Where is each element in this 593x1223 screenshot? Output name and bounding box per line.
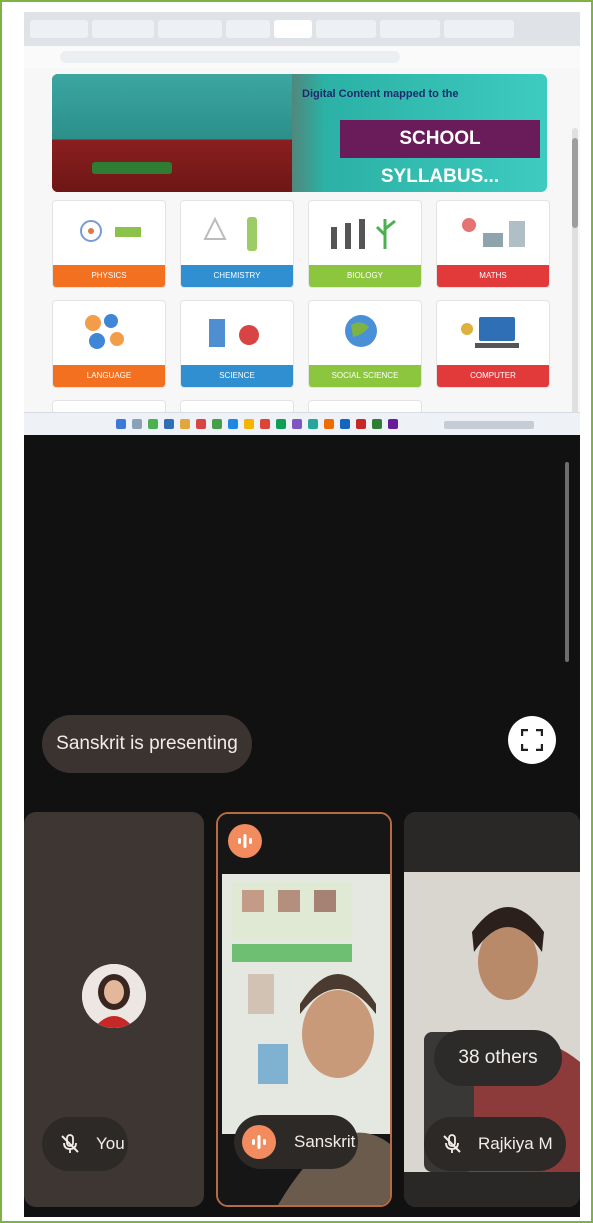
system-tray [444,421,534,429]
fullscreen-icon [521,729,543,751]
taskbar-app-icon [388,419,398,429]
others-count-badge[interactable]: 38 others [434,1030,562,1086]
taskbar-app-icon [180,419,190,429]
taskbar-app-icon [260,419,270,429]
side-scroll-indicator [565,462,569,662]
taskbar-app-icon [292,419,302,429]
biology-icon [331,219,396,249]
maths-icon [462,218,525,247]
url-field [60,51,400,63]
subject-card-language[interactable]: LANGUAGE [52,300,166,388]
taskbar-app-icon [244,419,254,429]
taskbar-app-icon [196,419,206,429]
syllabus-banner: Digital Content mapped to the SCHOOL SYL… [52,74,547,192]
screenshot-frame: Digital Content mapped to the SCHOOL SYL… [0,0,593,1223]
participant-name: Rajkiya M [478,1134,553,1153]
subject-label: LANGUAGE [53,365,165,387]
presenting-label: Sanskrit is presenting [42,715,252,773]
chemistry-icon [203,216,257,251]
subject-card-chemistry[interactable]: CHEMISTRY [180,200,294,288]
taskbar-app-icon [164,419,174,429]
taskbar-app-icon [132,419,142,429]
name-chip-rajkiya: Rajkiya M [424,1117,566,1171]
taskbar-app-icon [356,419,366,429]
browser-tab [444,20,514,38]
fullscreen-button[interactable] [508,716,556,764]
computer-icon [461,317,519,348]
user-photo-icon [82,964,146,1028]
taskbar-app-icon [308,419,318,429]
subject-card-biology[interactable]: BIOLOGY [308,200,422,288]
subject-label: MATHS [437,265,549,287]
windows-taskbar [24,412,580,435]
taskbar-app-icon [340,419,350,429]
subject-card-computer[interactable]: COMPUTER [436,300,550,388]
taskbar-app-icon [276,419,286,429]
taskbar-app-icon [212,419,222,429]
subject-label: PHYSICS [53,265,165,287]
browser-tab [316,20,376,38]
subject-label: BIOLOGY [309,265,421,287]
globe-icon [345,315,377,347]
name-chip-sanskrit: Sanskrit [234,1115,358,1169]
subject-label: SOCIAL SCIENCE [309,365,421,387]
subject-card-physics[interactable]: PHYSICS [52,200,166,288]
meeting-view: Digital Content mapped to the SCHOOL SYL… [24,12,580,1217]
lab-bench [92,162,172,174]
banner-subtitle: Digital Content mapped to the [302,88,459,100]
physics-icon [80,220,141,242]
taskbar-app-icon [372,419,382,429]
subject-label: SCIENCE [181,365,293,387]
taskbar-app-icon [324,419,334,429]
mic-off-icon [61,1134,79,1153]
participant-name: Sanskrit [294,1132,356,1151]
subject-card-science[interactable]: SCIENCE [180,300,294,388]
browser-tab-strip [24,12,580,47]
speaking-icon [242,1125,276,1159]
speaking-indicator [228,824,262,858]
avatar [82,964,146,1028]
participant-tile-sanskrit[interactable]: Sanskrit [216,812,392,1207]
webpage-viewport: Digital Content mapped to the SCHOOL SYL… [24,68,580,428]
browser-tab [226,20,270,38]
browser-address-bar [24,46,580,69]
banner-title: SCHOOL SYLLABUS... [340,120,540,187]
taskbar-app-icon [148,419,158,429]
language-icon [85,314,124,349]
name-chip-you: You [42,1117,128,1171]
page-scrollbar[interactable] [572,128,578,428]
participant-tile-rajkiya[interactable]: Rajkiya M [404,812,580,1207]
lab-illustration [52,74,292,192]
browser-tab [30,20,88,38]
shared-screen[interactable]: Digital Content mapped to the SCHOOL SYL… [24,12,580,435]
subject-label: CHEMISTRY [181,265,293,287]
subject-card-maths[interactable]: MATHS [436,200,550,288]
mic-off-icon [443,1134,461,1153]
participant-tile-you[interactable]: You [24,812,204,1207]
browser-tab-active [274,20,312,38]
subject-card-social-science[interactable]: SOCIAL SCIENCE [308,300,422,388]
science-icon [209,319,259,347]
taskbar-app-icon [116,419,126,429]
browser-tab [158,20,222,38]
browser-tab [92,20,154,38]
scrollbar-thumb[interactable] [572,138,578,228]
audio-level-icon [238,834,252,848]
subject-grid: PHYSICS CHEMISTRY BIOLOGY MATHS LANGUAGE… [52,200,550,414]
participant-name: You [96,1134,125,1153]
taskbar-app-icon [228,419,238,429]
browser-tab [380,20,440,38]
subject-label: COMPUTER [437,365,549,387]
